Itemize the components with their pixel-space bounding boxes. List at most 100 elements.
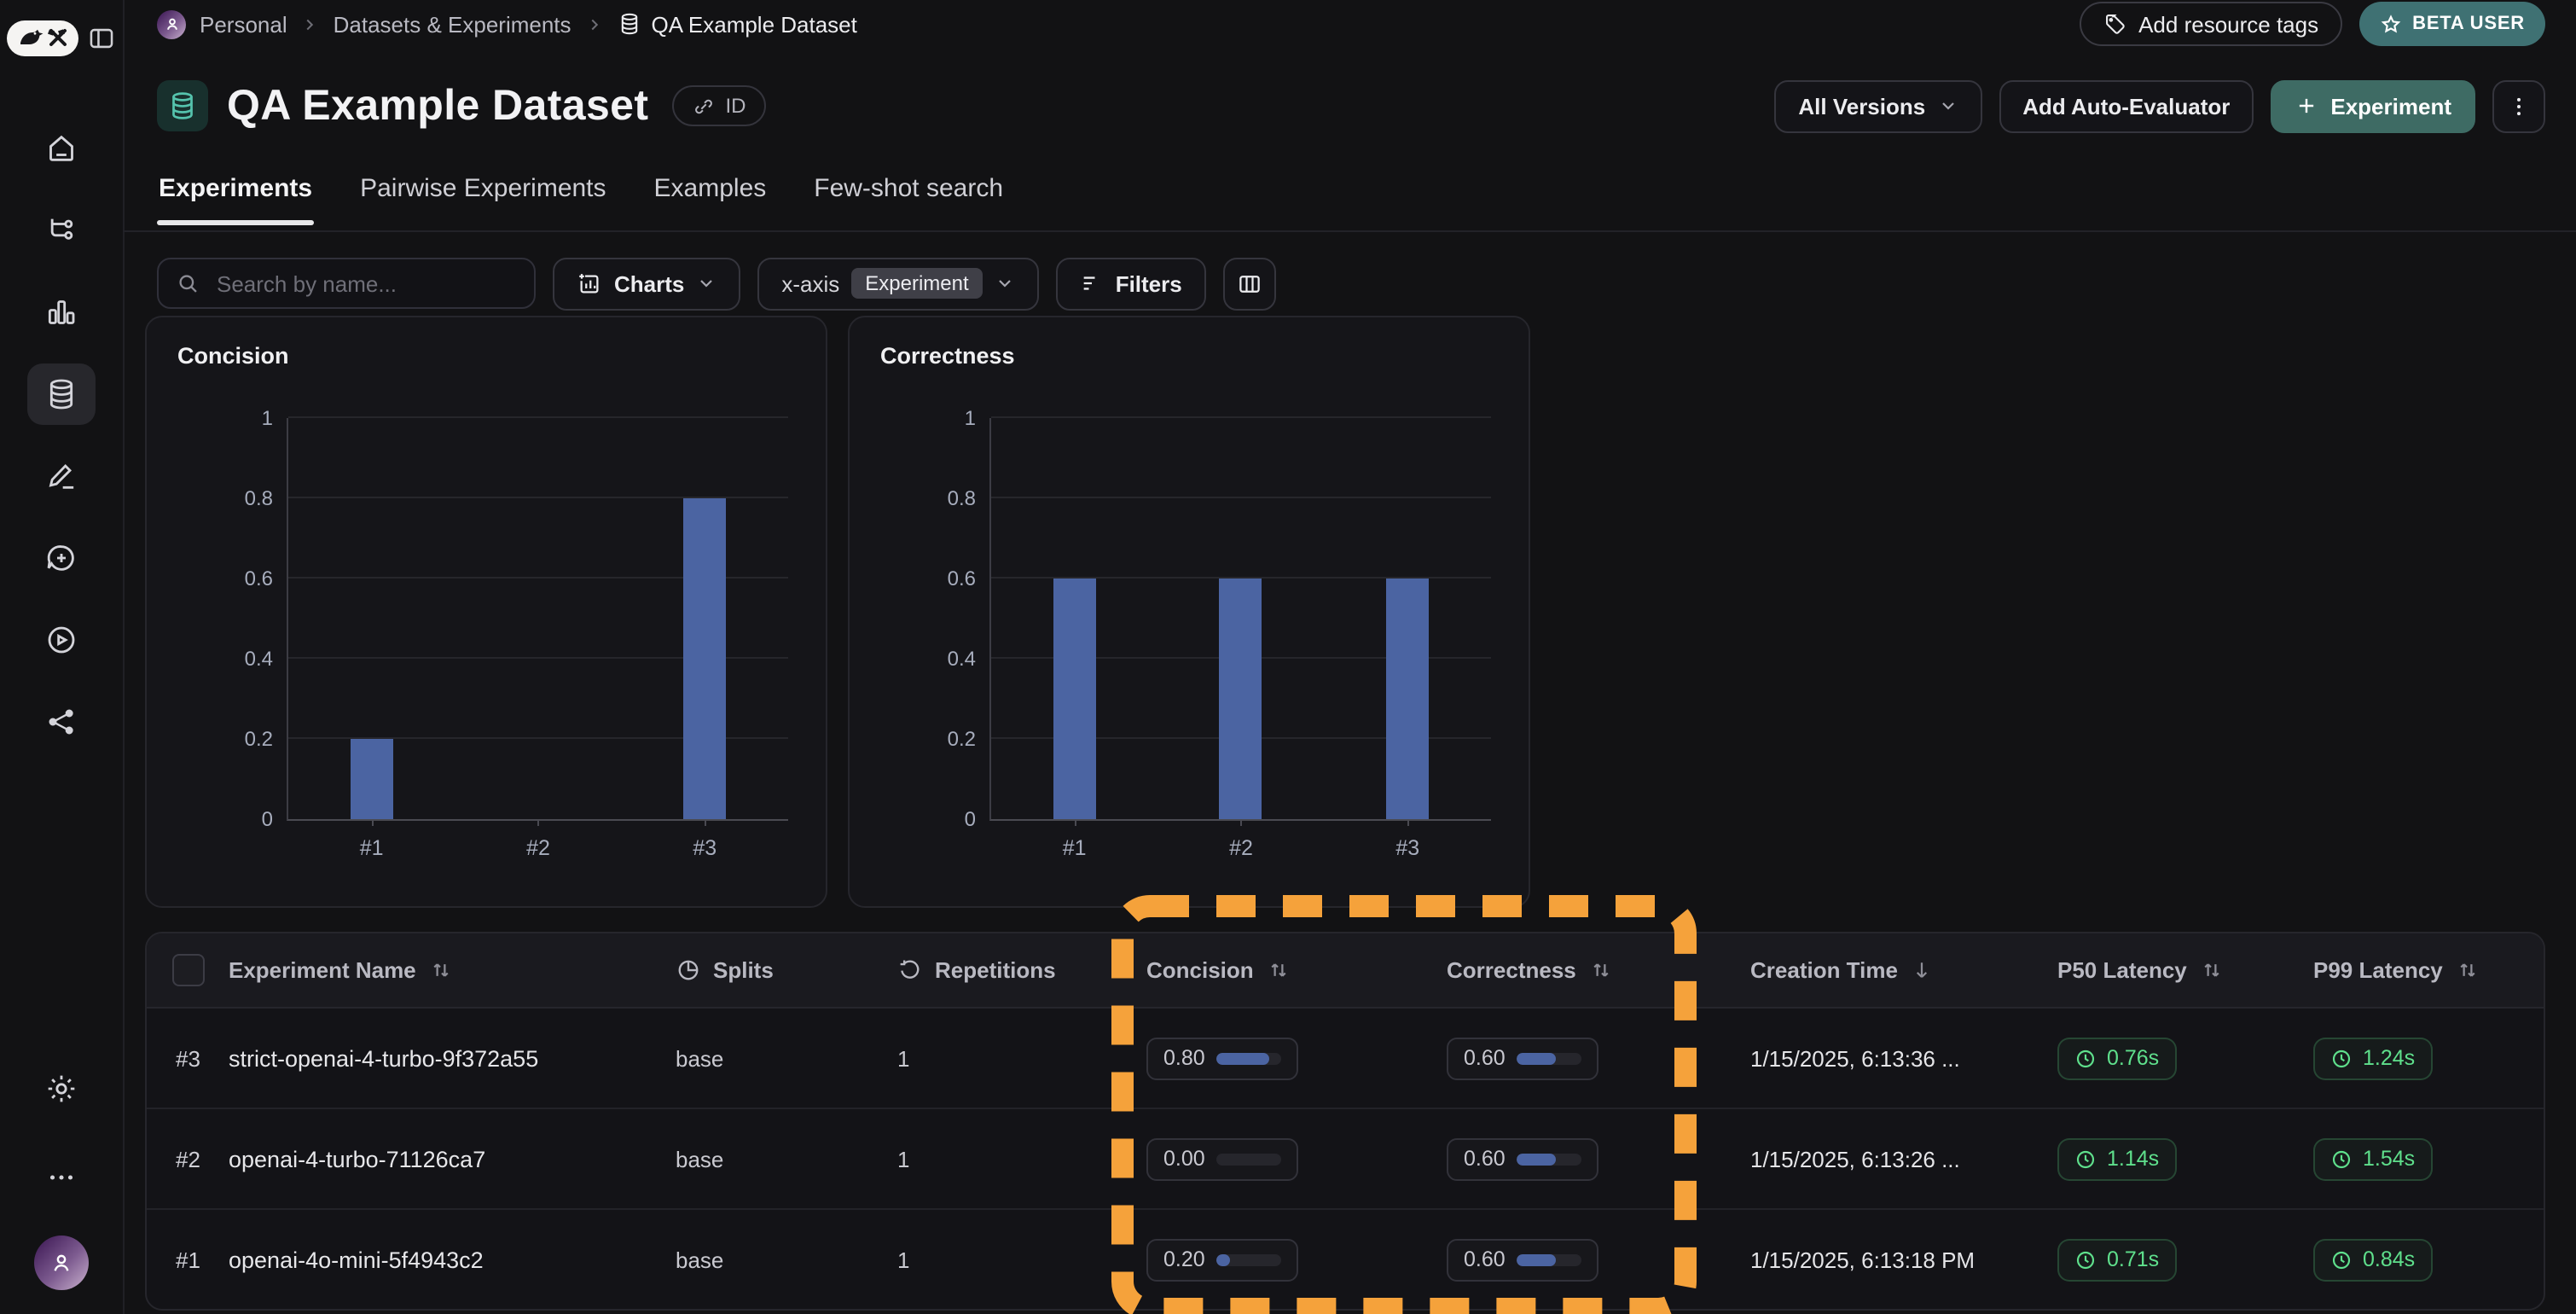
tab-experiments[interactable]: Experiments <box>157 167 314 224</box>
sidebar-item-database[interactable] <box>27 363 96 425</box>
workspace-avatar[interactable] <box>157 9 186 38</box>
table-row-experiment-3[interactable]: #3strict-openai-4-turbo-9f372a55base10.8… <box>147 1009 2544 1109</box>
score-track <box>1217 1253 1282 1265</box>
bar-correctness-1[interactable] <box>1053 579 1096 819</box>
sidebar-item-message-plus[interactable] <box>27 527 96 589</box>
latency-chip: 1.14s <box>2057 1137 2176 1180</box>
row-index: #2 <box>147 1146 229 1172</box>
column-header-correctness[interactable]: Correctness <box>1447 957 1750 983</box>
link-icon <box>693 95 715 117</box>
filters-button[interactable]: Filters <box>1056 257 1206 310</box>
y-axis-tick-label: 1 <box>262 406 273 430</box>
x-axis-tick-label: #1 <box>360 836 384 860</box>
sort-toggle-icon <box>428 957 454 983</box>
score-meter[interactable]: 0.60 <box>1447 1037 1599 1079</box>
x-axis-tick <box>1407 819 1409 826</box>
column-header-p99[interactable]: P99 Latency <box>2313 957 2544 983</box>
select-all-checkbox[interactable] <box>172 954 205 986</box>
latency-value: 0.71s <box>2107 1247 2159 1271</box>
charts-dropdown[interactable]: Charts <box>553 257 740 310</box>
more-actions-button[interactable] <box>2492 79 2545 132</box>
column-header-splits[interactable]: Splits <box>676 957 897 983</box>
column-header-name[interactable]: Experiment Name <box>229 957 676 983</box>
database-icon <box>618 12 641 36</box>
table-toolbar: Charts x-axis Experiment Filters <box>123 256 2576 311</box>
latency-chip: 0.84s <box>2313 1238 2432 1281</box>
y-axis-tick-label: 0.2 <box>245 727 273 751</box>
latency-chip: 1.24s <box>2313 1037 2432 1079</box>
clock-icon <box>2330 1248 2353 1270</box>
score-value: 0.60 <box>1464 1046 1506 1070</box>
sidebar-item-play-circle[interactable] <box>27 609 96 671</box>
sidebar-item-settings[interactable] <box>27 1058 96 1119</box>
y-axis-tick-label: 0.8 <box>948 486 976 510</box>
score-meter[interactable]: 0.80 <box>1146 1037 1299 1079</box>
share-network-icon <box>44 705 78 739</box>
column-header-creation[interactable]: Creation Time <box>1750 957 2057 983</box>
sidebar-item-flow[interactable] <box>27 200 96 261</box>
breadcrumb-datasets[interactable]: Datasets & Experiments <box>334 11 571 37</box>
sidebar-item-more[interactable] <box>27 1147 96 1208</box>
pie-icon <box>676 957 701 983</box>
copy-id-button[interactable]: ID <box>672 85 766 126</box>
chart-title: Concision <box>177 343 289 369</box>
tab-pairwise-experiments[interactable]: Pairwise Experiments <box>358 167 607 224</box>
experiment-name-link[interactable]: strict-openai-4-turbo-9f372a55 <box>229 1045 676 1071</box>
table-row-experiment-1[interactable]: #1openai-4o-mini-5f4943c2base10.200.601/… <box>147 1210 2544 1309</box>
xaxis-value-chip: Experiment <box>851 268 982 299</box>
add-auto-evaluator-button[interactable]: Add Auto-Evaluator <box>1999 79 2254 132</box>
y-axis-tick-label: 0.8 <box>245 486 273 510</box>
y-axis-tick-label: 0.6 <box>245 567 273 590</box>
score-value: 0.00 <box>1163 1147 1205 1171</box>
sidebar-item-pencil[interactable] <box>27 445 96 507</box>
x-axis-tick <box>372 819 374 826</box>
score-meter[interactable]: 0.60 <box>1447 1238 1599 1281</box>
p99-latency-cell: 0.84s <box>2313 1238 2544 1281</box>
xaxis-dropdown[interactable]: x-axis Experiment <box>757 257 1038 310</box>
experiment-name-link[interactable]: openai-4o-mini-5f4943c2 <box>229 1247 676 1272</box>
experiment-name-link[interactable]: openai-4-turbo-71126ca7 <box>229 1146 676 1172</box>
column-label: Correctness <box>1447 957 1576 983</box>
user-avatar[interactable] <box>34 1236 89 1290</box>
p50-latency-cell: 0.76s <box>2057 1037 2313 1079</box>
search-input[interactable] <box>213 269 517 298</box>
collapse-sidebar-icon[interactable] <box>87 24 116 53</box>
sidebar-item-share-network[interactable] <box>27 691 96 753</box>
bar-correctness-2[interactable] <box>1220 579 1262 819</box>
column-label: Repetitions <box>935 957 1056 983</box>
bar-correctness-3[interactable] <box>1386 579 1429 819</box>
bar-concision-3[interactable] <box>683 498 726 819</box>
more-icon <box>46 1162 77 1193</box>
p99-latency-cell: 1.24s <box>2313 1037 2544 1079</box>
score-fill <box>1517 1052 1557 1064</box>
score-meter[interactable]: 0.20 <box>1146 1238 1299 1281</box>
sidebar-item-home[interactable] <box>27 118 96 179</box>
tab-examples[interactable]: Examples <box>653 167 769 224</box>
splits-value: base <box>676 1045 897 1071</box>
pencil-icon <box>44 459 78 493</box>
latency-value: 0.84s <box>2363 1247 2415 1271</box>
new-experiment-button[interactable]: Experiment <box>2271 79 2475 132</box>
score-meter[interactable]: 0.00 <box>1146 1137 1299 1180</box>
search-box[interactable] <box>157 258 536 309</box>
x-axis-tick-label: #2 <box>526 836 550 860</box>
column-header-p50[interactable]: P50 Latency <box>2057 957 2313 983</box>
chevron-right-icon <box>301 15 320 33</box>
all-versions-dropdown[interactable]: All Versions <box>1774 79 1981 132</box>
add-resource-tags-button[interactable]: Add resource tags <box>2079 2 2342 46</box>
tab-few-shot-search[interactable]: Few-shot search <box>812 167 1005 224</box>
sidebar-item-bar-chart[interactable] <box>27 282 96 343</box>
column-header-concision[interactable]: Concision <box>1146 957 1447 983</box>
bar-concision-1[interactable] <box>351 739 393 819</box>
column-header-repetitions[interactable]: Repetitions <box>897 957 1146 983</box>
table-row-experiment-2[interactable]: #2openai-4-turbo-71126ca7base10.000.601/… <box>147 1109 2544 1210</box>
columns-button[interactable] <box>1223 257 1276 310</box>
chevron-down-icon <box>1937 96 1958 116</box>
breadcrumb-personal[interactable]: Personal <box>200 11 287 37</box>
phoenix-logo[interactable] <box>7 20 78 56</box>
column-label: Splits <box>713 957 774 983</box>
score-meter[interactable]: 0.60 <box>1447 1137 1599 1180</box>
chart-panel-concision: Concision00.20.40.60.81#1#2#3 <box>145 316 827 908</box>
clock-icon <box>2330 1047 2353 1069</box>
p50-latency-cell: 1.14s <box>2057 1137 2313 1180</box>
